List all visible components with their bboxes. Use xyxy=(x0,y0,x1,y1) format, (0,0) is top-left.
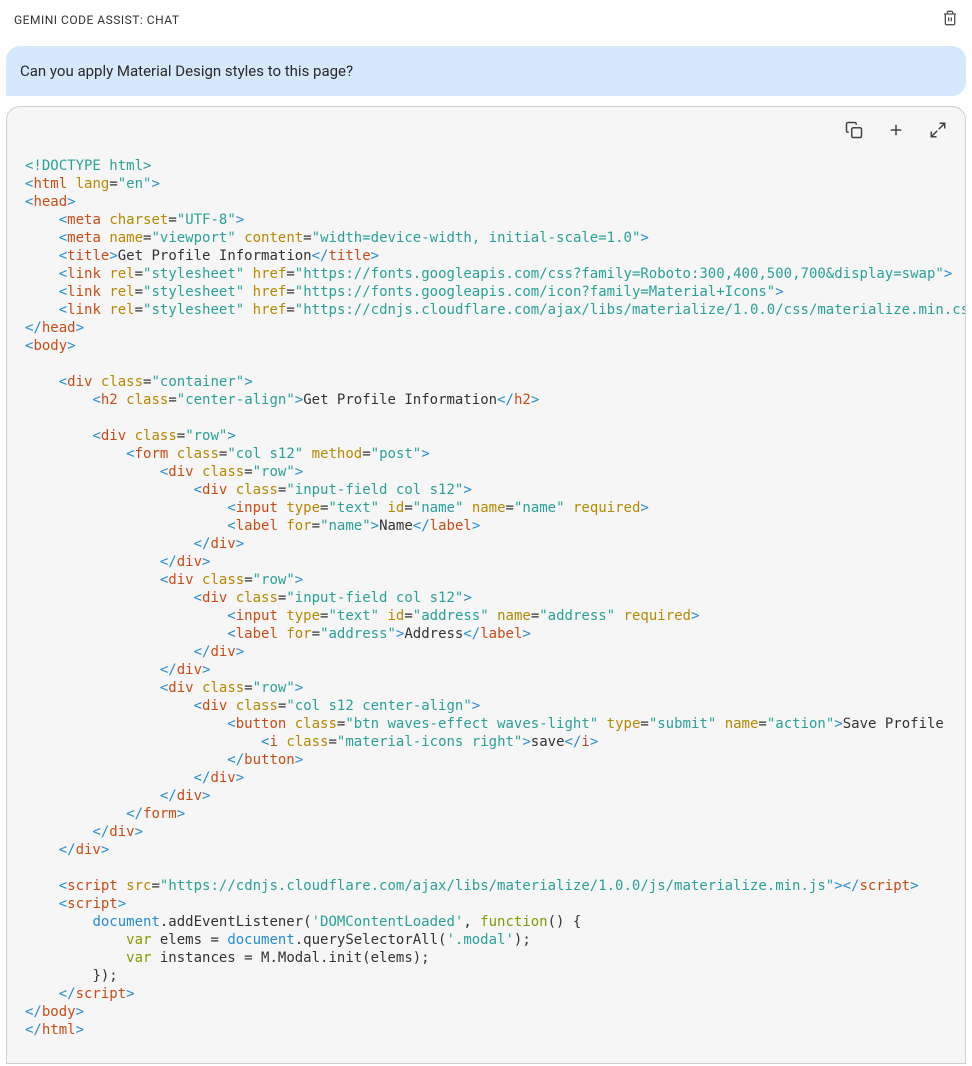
expand-icon[interactable] xyxy=(929,121,947,143)
user-message-bubble: Can you apply Material Design styles to … xyxy=(6,46,966,96)
panel-title: GEMINI CODE ASSIST: CHAT xyxy=(14,13,180,27)
plus-icon[interactable] xyxy=(887,121,905,143)
code-response-card: <!DOCTYPE html> <html lang="en"> <head> … xyxy=(6,106,966,1064)
code-toolbar xyxy=(7,107,965,149)
user-message-text: Can you apply Material Design styles to … xyxy=(20,62,353,80)
code-block[interactable]: <!DOCTYPE html> <html lang="en"> <head> … xyxy=(7,149,965,1063)
copy-icon[interactable] xyxy=(845,121,863,143)
trash-icon[interactable] xyxy=(942,10,958,30)
panel-header: GEMINI CODE ASSIST: CHAT xyxy=(0,0,972,40)
